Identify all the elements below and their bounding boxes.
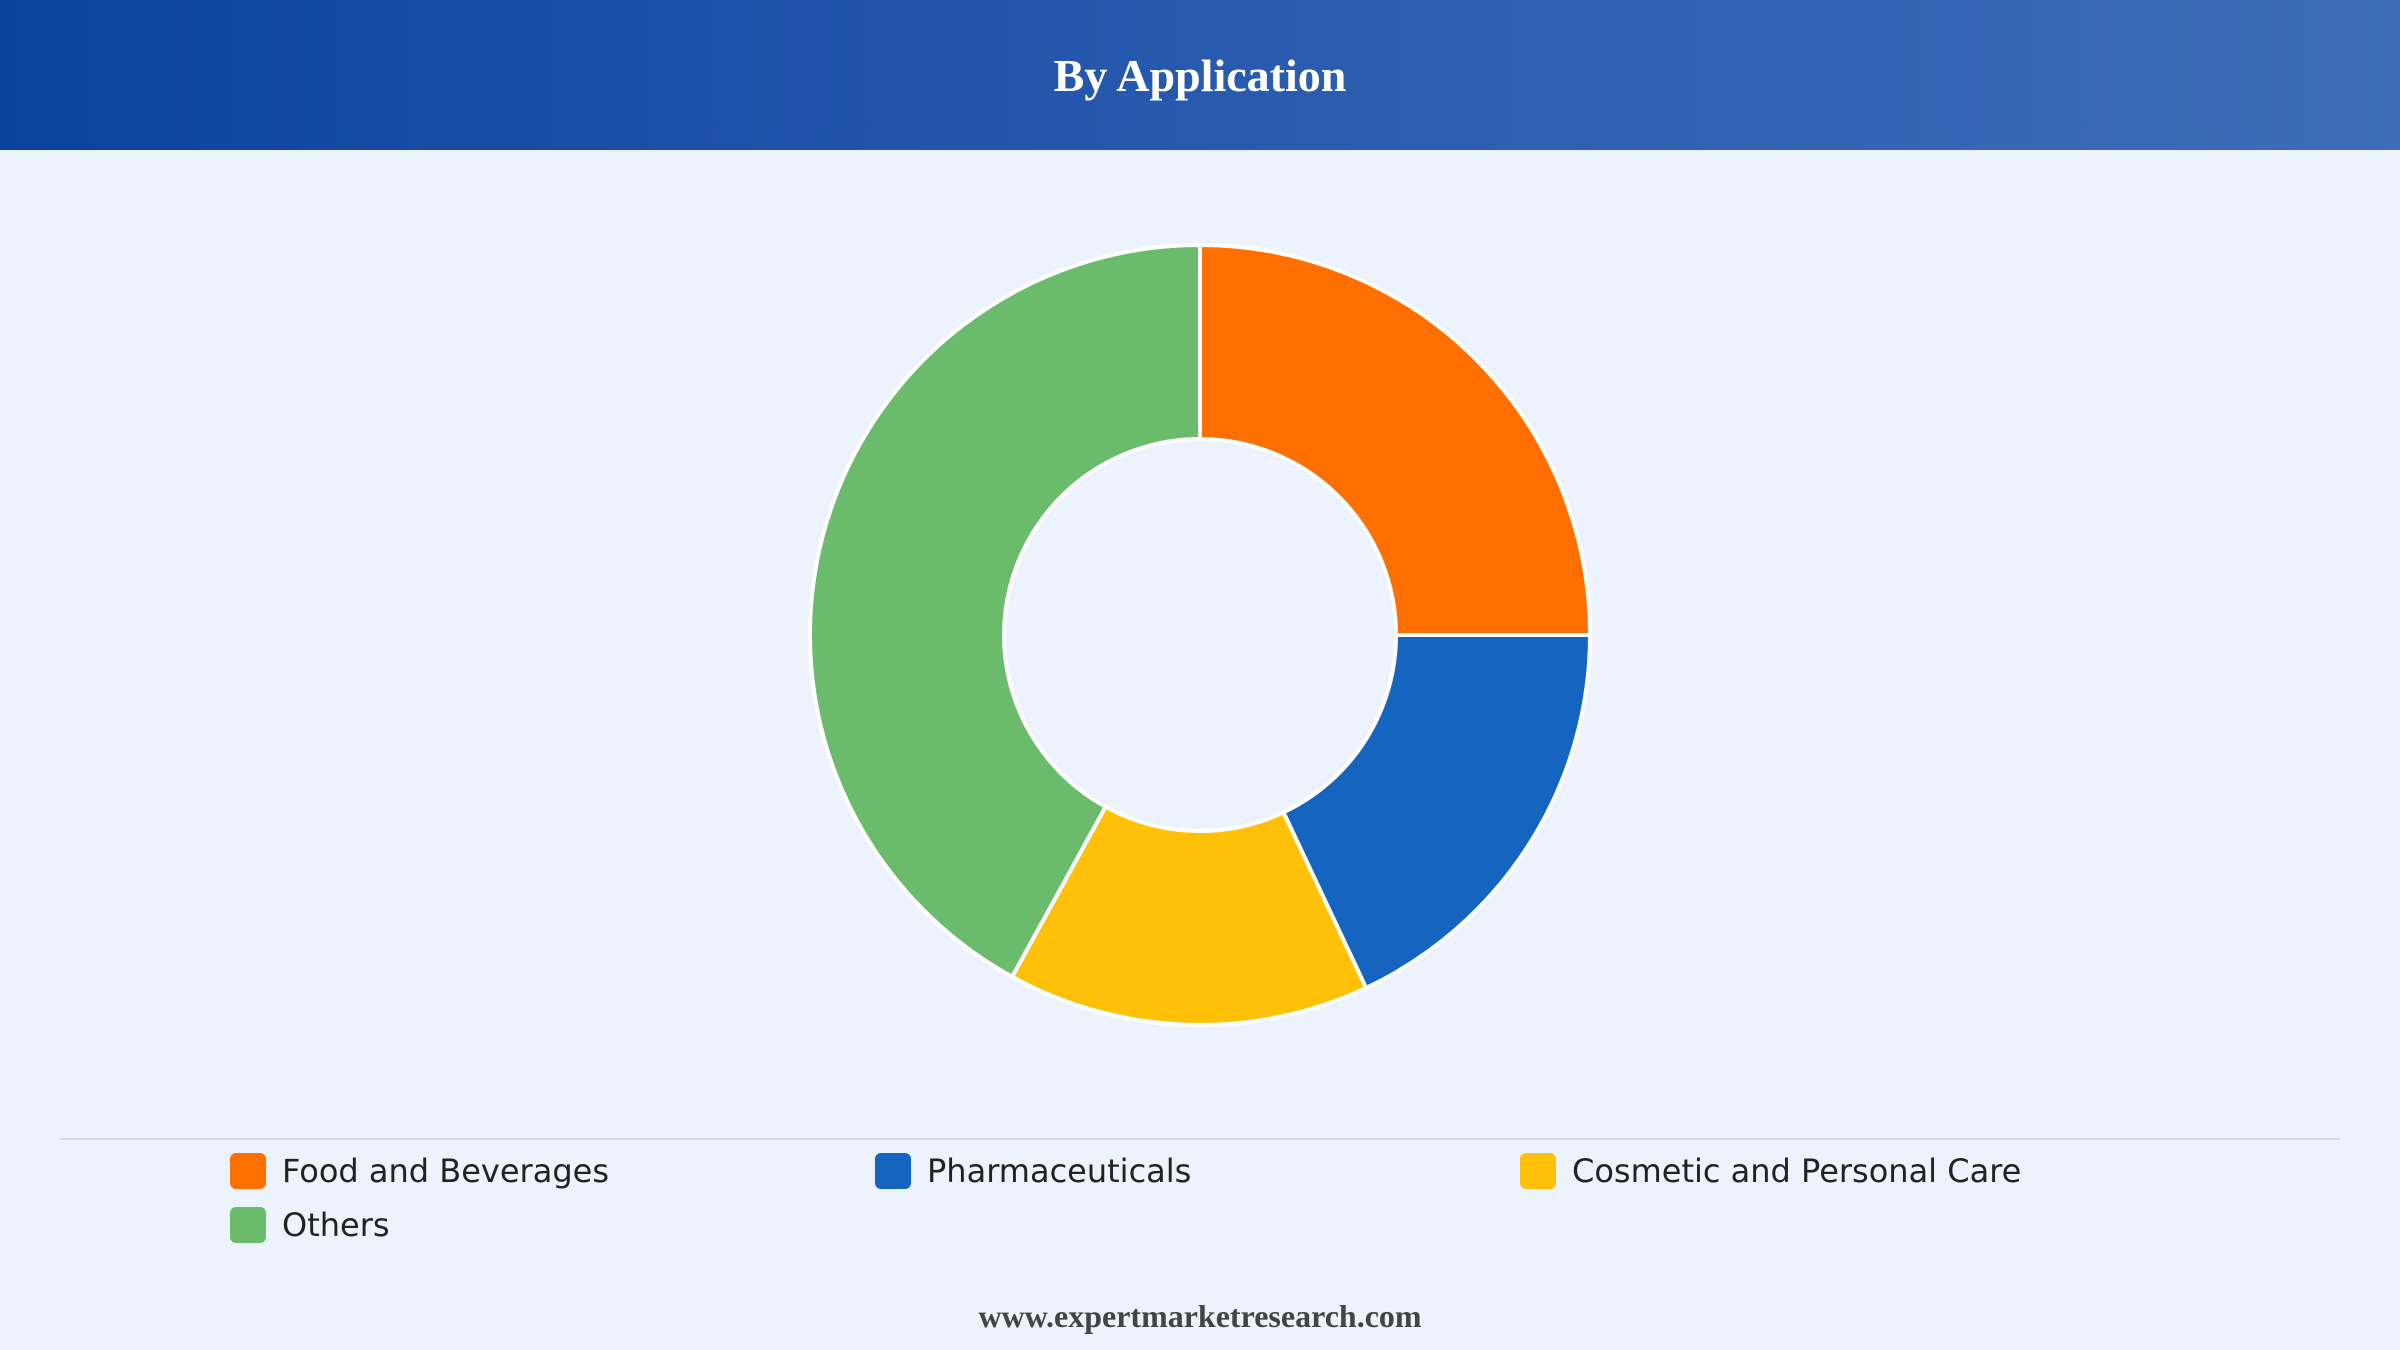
legend-item-pharmaceuticals[interactable]: Pharmaceuticals [875,1152,1520,1190]
chart-header: By Application [0,0,2400,150]
legend-item-cosmetic-and-personal-care[interactable]: Cosmetic and Personal Care [1520,1152,2165,1190]
chart-legend: Food and Beverages Pharmaceuticals Cosmeti… [230,1152,2210,1244]
legend-label: Others [282,1206,390,1244]
legend-item-others[interactable]: Others [230,1206,875,1244]
legend-label: Pharmaceuticals [927,1152,1192,1190]
source-url: www.expertmarketresearch.com [978,1298,1422,1334]
legend-item-food-and-beverages[interactable]: Food and Beverages [230,1152,875,1190]
legend-swatch [230,1207,266,1243]
legend-swatch [1520,1153,1556,1189]
legend-divider [60,1138,2340,1140]
donut-chart [808,242,1593,1027]
legend-label: Food and Beverages [282,1152,609,1190]
legend-swatch [875,1153,911,1189]
legend-label: Cosmetic and Personal Care [1572,1152,2022,1190]
chart-title: By Application [1053,49,1347,101]
slice-food-and-beverages[interactable] [1198,242,1593,637]
legend-swatch [230,1153,266,1189]
